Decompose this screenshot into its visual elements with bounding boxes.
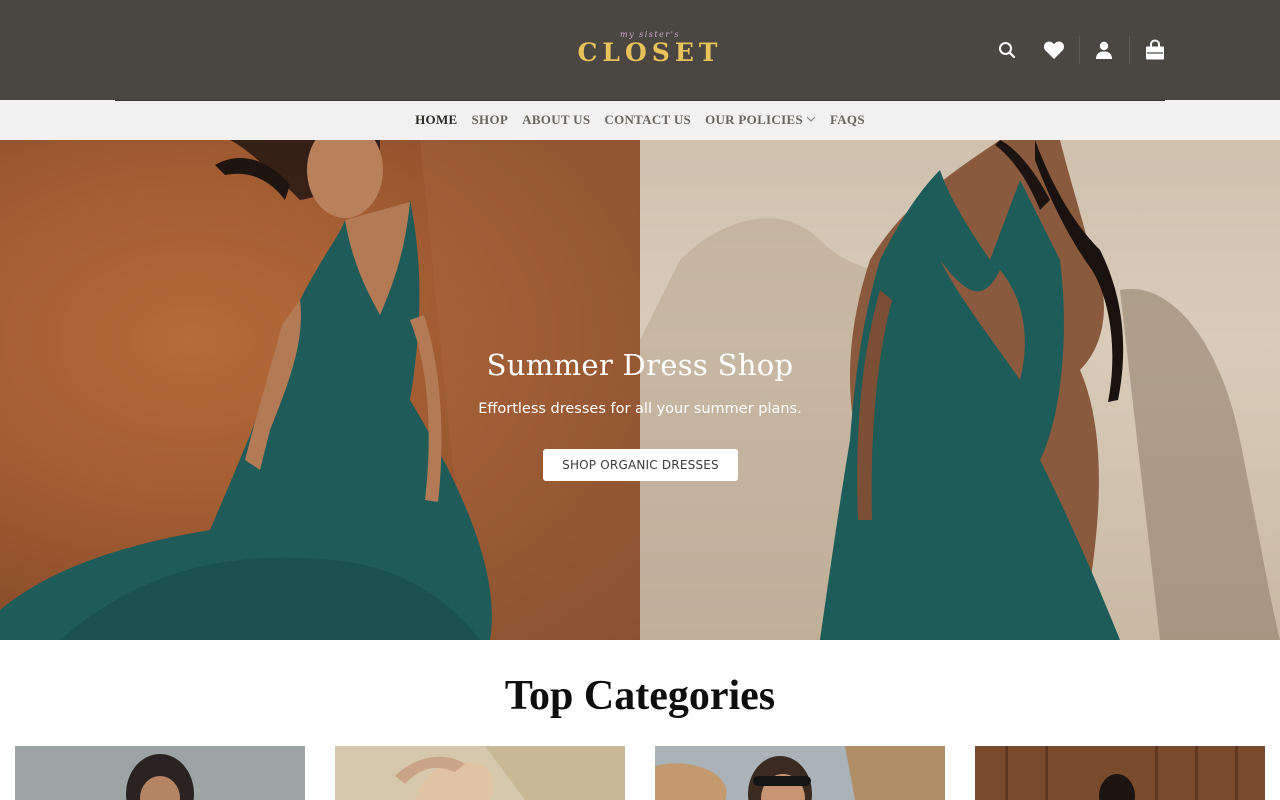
nav-item-contact-us[interactable]: CONTACT US bbox=[597, 112, 698, 128]
category-card[interactable] bbox=[655, 746, 945, 800]
category-card[interactable] bbox=[335, 746, 625, 800]
nav-item-home[interactable]: HOME bbox=[408, 112, 464, 128]
nav-item-faqs[interactable]: FAQS bbox=[823, 112, 872, 128]
site-logo[interactable]: my sister's CLOSET bbox=[575, 30, 725, 70]
user-icon[interactable] bbox=[1090, 36, 1118, 64]
header-divider bbox=[1129, 36, 1130, 64]
top-categories-heading: Top Categories bbox=[504, 673, 776, 719]
shop-organic-dresses-button[interactable]: SHOP ORGANIC DRESSES bbox=[543, 449, 738, 481]
hero-subtitle: Effortless dresses for all your summer p… bbox=[478, 401, 802, 417]
nav-item-shop[interactable]: SHOP bbox=[465, 112, 516, 128]
nav-item-our-policies-label: OUR POLICIES bbox=[705, 112, 803, 127]
hero-model-left-illustration bbox=[0, 140, 640, 640]
hero-title: Summer Dress Shop bbox=[486, 348, 794, 382]
logo-name: CLOSET bbox=[577, 38, 723, 67]
shopping-bag-icon[interactable] bbox=[1141, 36, 1169, 64]
nav-item-our-policies[interactable]: OUR POLICIES bbox=[698, 112, 823, 128]
header-divider bbox=[1079, 36, 1080, 64]
hero-banner: Summer Dress Shop Effortless dresses for… bbox=[0, 140, 1280, 640]
hero-image-left bbox=[0, 140, 640, 640]
category-card[interactable] bbox=[975, 746, 1265, 800]
heart-icon[interactable] bbox=[1040, 36, 1068, 64]
hero-image-right bbox=[640, 140, 1280, 640]
category-image bbox=[975, 746, 1265, 800]
chevron-down-icon bbox=[806, 116, 816, 122]
nav-menu: HOME SHOP ABOUT US CONTACT US OUR POLICI… bbox=[0, 100, 1280, 140]
category-card[interactable] bbox=[15, 746, 305, 800]
category-image bbox=[655, 746, 945, 800]
category-image bbox=[15, 746, 305, 800]
nav-item-about-us[interactable]: ABOUT US bbox=[515, 112, 597, 128]
category-image bbox=[335, 746, 625, 800]
site-header: my sister's CLOSET bbox=[0, 0, 1280, 100]
main-navigation: HOME SHOP ABOUT US CONTACT US OUR POLICI… bbox=[0, 100, 1280, 140]
search-icon[interactable] bbox=[993, 36, 1021, 64]
hero-model-right-illustration bbox=[640, 140, 1280, 640]
